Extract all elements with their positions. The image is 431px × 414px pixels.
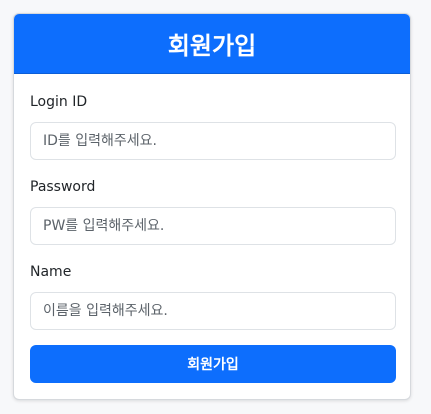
name-field-group: Name — [30, 262, 396, 330]
login-id-field-group: Login ID — [30, 92, 396, 160]
form-title: 회원가입 — [167, 32, 257, 60]
name-input[interactable] — [30, 292, 396, 330]
signup-submit-button[interactable]: 회원가입 — [30, 345, 396, 383]
login-id-input[interactable] — [30, 122, 396, 160]
password-input[interactable] — [30, 207, 396, 245]
password-label: Password — [30, 179, 96, 195]
login-id-label: Login ID — [30, 94, 88, 110]
signup-card: 회원가입 Login ID Password Name 회원가입 — [13, 13, 411, 400]
card-header: 회원가입 — [14, 14, 410, 74]
name-label: Name — [30, 264, 72, 280]
password-field-group: Password — [30, 177, 396, 245]
signup-form: Login ID Password Name 회원가입 — [14, 74, 410, 383]
